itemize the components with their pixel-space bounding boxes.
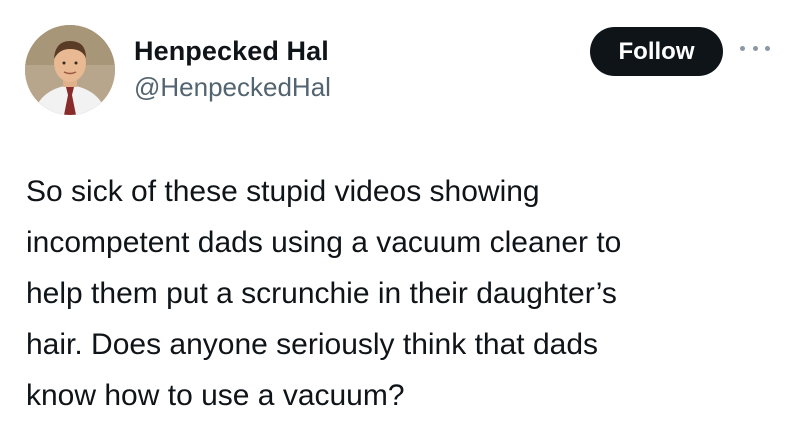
tweet-text-line: know how to use a vacuum? [26, 379, 405, 412]
avatar-image [25, 25, 115, 115]
more-dot [765, 45, 770, 51]
tweet-text-line: help them put a scrunchie in their daugh… [26, 277, 617, 310]
tweet-text-line: hair. Does anyone seriously think that d… [26, 328, 599, 361]
more-horizontal-icon[interactable] [740, 40, 770, 56]
more-dot [740, 45, 745, 51]
tweet-card: Henpecked Hal @HenpeckedHal Follow So si… [0, 0, 800, 440]
tweet-text: So sick of these stupid videos showing i… [26, 166, 786, 421]
tweet-text-line: So sick of these stupid videos showing [26, 175, 540, 208]
author-handle[interactable]: @HenpeckedHal [134, 72, 331, 103]
more-dot [752, 45, 758, 51]
author-display-name[interactable]: Henpecked Hal [134, 36, 329, 67]
follow-button[interactable]: Follow [590, 27, 723, 76]
author-avatar[interactable] [25, 25, 115, 115]
tweet-text-line: incompetent dads using a vacuum cleaner … [26, 226, 622, 259]
